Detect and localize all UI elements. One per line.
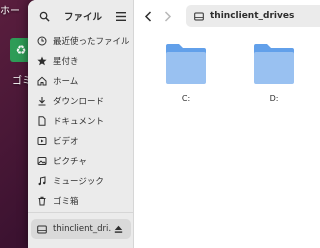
sidebar-item-label: ピクチャ [53,157,87,167]
sidebar-item-videos[interactable]: ビデオ [28,131,134,151]
folder-item[interactable]: D: [244,40,304,110]
sidebar-divider [28,212,134,213]
current-path-label: thinclient_drives [210,11,295,21]
drive-icon [37,224,47,234]
folder-label: D: [269,94,279,103]
folder-icon [166,44,206,84]
sidebar-item-label: ビデオ [53,137,79,147]
sidebar-item-label: 最近使ったファイル [53,37,130,47]
path-bar[interactable]: thinclient_drives [186,5,320,27]
sidebar-item-recent[interactable]: 最近使ったファイル [28,31,134,51]
sidebar-item-downloads[interactable]: ダウンロード [28,91,134,111]
sidebar-item-label: ダウンロード [53,97,105,107]
sidebar-item-home[interactable]: ホーム [28,71,134,91]
download-icon [37,96,47,106]
header-bar: thinclient_drives [134,0,320,32]
video-icon [37,136,47,146]
sidebar-item-trash[interactable]: ゴミ箱 [28,191,134,211]
sidebar: ファイル 最近使ったファイル 星付き ホーム ダウンロード ドキュメント ビデオ… [28,0,134,248]
sidebar-item-documents[interactable]: ドキュメント [28,111,134,131]
star-icon [37,56,47,66]
search-button[interactable] [36,8,52,24]
chevron-right-icon [164,10,172,22]
file-manager-window: ファイル 最近使ったファイル 星付き ホーム ダウンロード ドキュメント ビデオ… [28,0,320,248]
search-icon [39,11,50,22]
desktop-home-label[interactable]: ホー [0,2,20,17]
music-icon [37,176,47,186]
forward-button[interactable] [162,9,174,23]
clock-icon [37,36,47,46]
sidebar-header: ファイル [28,0,133,32]
chevron-left-icon [144,10,152,22]
sidebar-item-label: ドキュメント [53,117,105,127]
back-button[interactable] [142,9,154,23]
folder-label: C: [181,94,191,103]
sidebar-item-label: 星付き [53,57,79,67]
trash-icon [37,196,47,206]
document-icon [37,116,47,126]
sidebar-item-label: ゴミ箱 [53,197,79,207]
hamburger-icon [116,11,126,21]
sidebar-item-starred[interactable]: 星付き [28,51,134,71]
places-list: 最近使ったファイル 星付き ホーム ダウンロード ドキュメント ビデオ ピクチャ… [28,31,134,211]
main-content: thinclient_drives C: D: [134,0,320,248]
eject-icon[interactable] [113,223,123,235]
folder-icon [254,44,294,84]
drive-icon [194,11,204,21]
sidebar-item-music[interactable]: ミュージック [28,171,134,191]
home-icon [37,76,47,86]
main-menu-button[interactable] [114,8,128,24]
sidebar-item-pictures[interactable]: ピクチャ [28,151,134,171]
app-title: ファイル [64,12,103,23]
sidebar-item-label: ミュージック [53,177,104,187]
sidebar-item-label: thinclient_dri… [53,224,111,234]
picture-icon [37,156,47,166]
sidebar-item-label: ホーム [53,77,79,87]
folder-item[interactable]: C: [156,40,216,110]
sidebar-item-thinclient-drive[interactable]: thinclient_dri… [31,219,131,239]
